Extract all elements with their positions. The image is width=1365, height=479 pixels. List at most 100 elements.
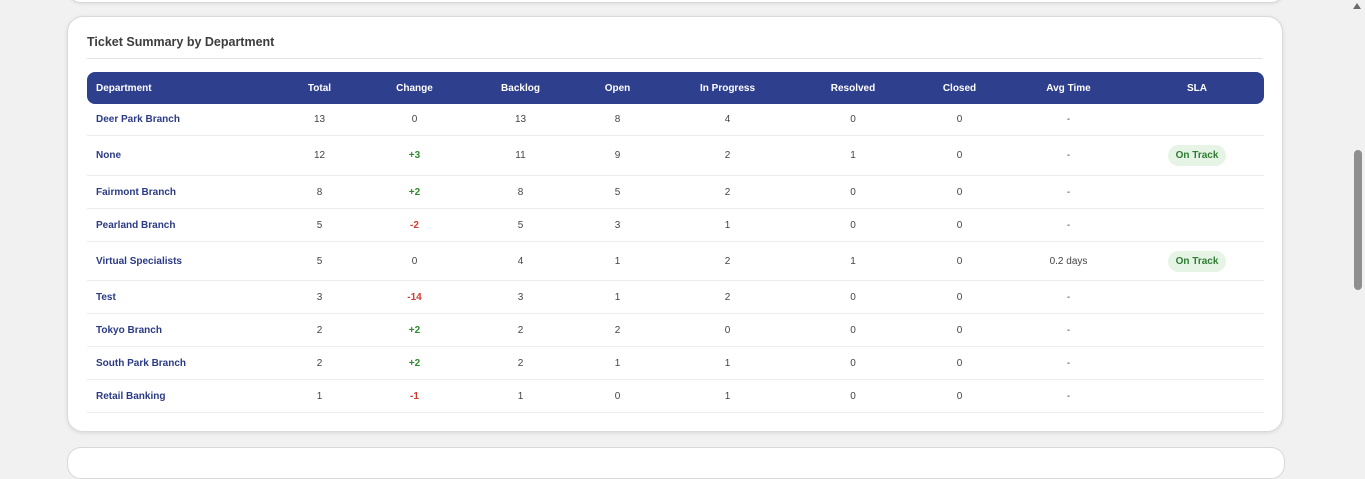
card-divider: [87, 58, 1263, 59]
header-closed[interactable]: Closed: [912, 72, 1007, 104]
table-row[interactable]: Virtual Specialists 5 0 4 1 2 1 0 0.2 days On Tra…: [87, 242, 1264, 281]
cell-sla: [1130, 281, 1264, 314]
scrollbar-thumb[interactable]: [1354, 150, 1362, 290]
cell-total: 1: [277, 380, 362, 413]
cell-in-progress: 2: [661, 281, 794, 314]
cell-sla: [1130, 209, 1264, 242]
cell-backlog: 3: [467, 281, 574, 314]
change-value: -1: [410, 390, 419, 402]
cell-open: 8: [574, 104, 661, 136]
cell-total: 5: [277, 242, 362, 281]
cell-change: 0: [362, 104, 467, 136]
department-name[interactable]: Deer Park Branch: [87, 104, 277, 136]
vertical-scrollbar[interactable]: [1350, 0, 1365, 454]
cell-change: +2: [362, 314, 467, 347]
next-card-edge: [67, 447, 1285, 479]
cell-backlog: 4: [467, 242, 574, 281]
change-value: 0: [411, 114, 418, 125]
department-name[interactable]: Tokyo Branch: [87, 314, 277, 347]
header-open[interactable]: Open: [574, 72, 661, 104]
cell-resolved: 0: [794, 380, 912, 413]
cell-total: 2: [277, 314, 362, 347]
table-body: Deer Park Branch 13 0 13 8 4 0 0- None 12 +3 11 9 2 1 0…: [87, 104, 1264, 413]
cell-avg-time: -: [1007, 347, 1130, 380]
cell-change: -2: [362, 209, 467, 242]
cell-backlog: 2: [467, 314, 574, 347]
cell-in-progress: 2: [661, 176, 794, 209]
cell-closed: 0: [912, 347, 1007, 380]
department-name[interactable]: None: [87, 136, 277, 176]
change-value: -14: [407, 291, 422, 303]
cell-closed: 0: [912, 281, 1007, 314]
header-in-progress[interactable]: In Progress: [661, 72, 794, 104]
cell-resolved: 1: [794, 242, 912, 281]
header-department[interactable]: Department: [87, 72, 277, 104]
table-row[interactable]: Fairmont Branch 8 +2 8 5 2 0 0-: [87, 176, 1264, 209]
cell-backlog: 8: [467, 176, 574, 209]
sla-status-badge: On Track: [1167, 145, 1227, 166]
header-avg-time[interactable]: Avg Time: [1007, 72, 1130, 104]
cell-total: 12: [277, 136, 362, 176]
table-row[interactable]: Retail Banking 1 -1 1 0 1 0 0-: [87, 380, 1264, 413]
cell-change: -1: [362, 380, 467, 413]
cell-backlog: 11: [467, 136, 574, 176]
cell-open: 0: [574, 380, 661, 413]
cell-resolved: 0: [794, 281, 912, 314]
cell-sla: On Track: [1130, 242, 1264, 281]
cell-backlog: 1: [467, 380, 574, 413]
cell-open: 9: [574, 136, 661, 176]
cell-avg-time: -: [1007, 176, 1130, 209]
cell-closed: 0: [912, 176, 1007, 209]
header-resolved[interactable]: Resolved: [794, 72, 912, 104]
ticket-summary-card: Ticket Summary by Department Department …: [67, 16, 1283, 432]
cell-in-progress: 2: [661, 242, 794, 281]
cell-total: 2: [277, 347, 362, 380]
department-name[interactable]: South Park Branch: [87, 347, 277, 380]
cell-avg-time: -: [1007, 380, 1130, 413]
header-backlog[interactable]: Backlog: [467, 72, 574, 104]
cell-change: -14: [362, 281, 467, 314]
change-value: +3: [408, 150, 421, 161]
change-value: +2: [408, 186, 421, 198]
table-row[interactable]: Pearland Branch 5 -2 5 3 1 0 0-: [87, 209, 1264, 242]
cell-resolved: 1: [794, 136, 912, 176]
header-sla[interactable]: SLA: [1130, 72, 1264, 104]
table-row[interactable]: Test 3 -14 3 1 2 0 0-: [87, 281, 1264, 314]
cell-in-progress: 2: [661, 136, 794, 176]
cell-avg-time: -: [1007, 209, 1130, 242]
cell-total: 5: [277, 209, 362, 242]
table-row[interactable]: None 12 +3 11 9 2 1 0- On Track: [87, 136, 1264, 176]
scroll-up-arrow-icon[interactable]: [1353, 3, 1361, 9]
change-value: 0: [411, 255, 418, 267]
header-total[interactable]: Total: [277, 72, 362, 104]
card-title: Ticket Summary by Department: [87, 35, 275, 49]
department-name[interactable]: Test: [87, 281, 277, 314]
cell-resolved: 0: [794, 176, 912, 209]
change-value: +2: [408, 357, 421, 369]
cell-total: 13: [277, 104, 362, 136]
cell-resolved: 0: [794, 314, 912, 347]
table-row[interactable]: Deer Park Branch 13 0 13 8 4 0 0-: [87, 104, 1264, 136]
cell-closed: 0: [912, 314, 1007, 347]
header-change[interactable]: Change: [362, 72, 467, 104]
cell-change: +2: [362, 347, 467, 380]
table-row[interactable]: South Park Branch 2 +2 2 1 1 0 0-: [87, 347, 1264, 380]
department-name[interactable]: Retail Banking: [87, 380, 277, 413]
cell-closed: 0: [912, 380, 1007, 413]
cell-avg-time: -: [1007, 136, 1130, 176]
cell-closed: 0: [912, 242, 1007, 281]
department-name[interactable]: Virtual Specialists: [87, 242, 277, 281]
cell-in-progress: 4: [661, 104, 794, 136]
cell-avg-time: -: [1007, 314, 1130, 347]
cell-change: +2: [362, 176, 467, 209]
cell-resolved: 0: [794, 104, 912, 136]
cell-backlog: 2: [467, 347, 574, 380]
cell-open: 1: [574, 281, 661, 314]
cell-open: 5: [574, 176, 661, 209]
cell-in-progress: 0: [661, 314, 794, 347]
department-name[interactable]: Pearland Branch: [87, 209, 277, 242]
table-row[interactable]: Tokyo Branch 2 +2 2 2 0 0 0-: [87, 314, 1264, 347]
cell-avg-time: 0.2 days: [1007, 242, 1130, 281]
department-name[interactable]: Fairmont Branch: [87, 176, 277, 209]
ticket-summary-table: Department Total Change Backlog Open In …: [87, 72, 1264, 413]
